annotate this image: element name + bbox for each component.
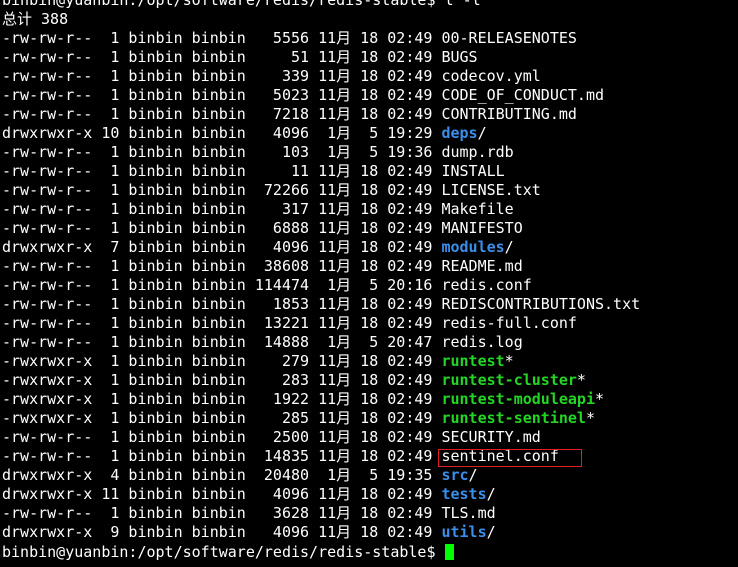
file-name: dump.rdb bbox=[441, 143, 514, 161]
type-indicator: / bbox=[486, 523, 496, 541]
executable-name: runtest-sentinel bbox=[441, 409, 586, 427]
list-item: -rw-rw-r-- 1 binbin binbin 339 11月 18 02… bbox=[2, 67, 541, 86]
list-item: -rw-rw-r-- 1 binbin binbin 1853 11月 18 0… bbox=[2, 295, 640, 314]
list-item: -rw-rw-r-- 1 binbin binbin 51 11月 18 02:… bbox=[2, 48, 478, 67]
file-name: BUGS bbox=[441, 48, 478, 66]
executable-name: runtest-cluster bbox=[441, 371, 577, 389]
file-name: sentinel.conf bbox=[441, 447, 559, 465]
type-indicator: / bbox=[468, 466, 478, 484]
file-name: redis.log bbox=[441, 333, 523, 351]
list-item: -rw-rw-r-- 1 binbin binbin 5023 11月 18 0… bbox=[2, 86, 604, 105]
list-item: -rwxrwxr-x 1 binbin binbin 283 11月 18 02… bbox=[2, 371, 586, 390]
list-item: -rw-rw-r-- 1 binbin binbin 2500 11月 18 0… bbox=[2, 428, 541, 447]
file-meta: -rw-rw-r-- 1 binbin binbin 317 11月 18 02… bbox=[2, 200, 442, 218]
list-item: drwxrwxr-x 11 binbin binbin 4096 11月 18 … bbox=[2, 485, 496, 504]
file-meta: -rw-rw-r-- 1 binbin binbin 5023 11月 18 0… bbox=[2, 86, 442, 104]
list-item: -rwxrwxr-x 1 binbin binbin 1922 11月 18 0… bbox=[2, 390, 604, 409]
file-meta: -rw-rw-r-- 1 binbin binbin 114474 1月 5 2… bbox=[2, 276, 442, 294]
list-item: -rw-rw-r-- 1 binbin binbin 6888 11月 18 0… bbox=[2, 219, 523, 238]
type-indicator: * bbox=[576, 371, 586, 389]
file-meta: -rw-rw-r-- 1 binbin binbin 11 11月 18 02:… bbox=[2, 162, 442, 180]
list-item: -rw-rw-r-- 1 binbin binbin 11 11月 18 02:… bbox=[2, 162, 505, 181]
file-meta: -rw-rw-r-- 1 binbin binbin 38608 11月 18 … bbox=[2, 257, 442, 275]
file-meta: -rw-rw-r-- 1 binbin binbin 14888 1月 5 20… bbox=[2, 333, 442, 351]
file-meta: drwxrwxr-x 7 binbin binbin 4096 11月 18 0… bbox=[2, 238, 442, 256]
list-item: -rw-rw-r-- 1 binbin binbin 7218 11月 18 0… bbox=[2, 105, 577, 124]
file-name: CODE_OF_CONDUCT.md bbox=[441, 86, 605, 104]
list-item: -rw-rw-r-- 1 binbin binbin 317 11月 18 02… bbox=[2, 200, 514, 219]
list-item: -rwxrwxr-x 1 binbin binbin 285 11月 18 02… bbox=[2, 409, 595, 428]
list-item: -rw-rw-r-- 1 binbin binbin 5556 11月 18 0… bbox=[2, 29, 577, 48]
file-meta: -rw-rw-r-- 1 binbin binbin 1853 11月 18 0… bbox=[2, 295, 442, 313]
file-name: TLS.md bbox=[441, 504, 496, 522]
directory-name: utils bbox=[441, 523, 487, 541]
file-meta: -rw-rw-r-- 1 binbin binbin 7218 11月 18 0… bbox=[2, 105, 442, 123]
file-meta: drwxrwxr-x 10 binbin binbin 4096 1月 5 19… bbox=[2, 124, 442, 142]
type-indicator: / bbox=[477, 124, 487, 142]
file-name: MANIFESTO bbox=[441, 219, 523, 237]
directory-name: modules bbox=[441, 238, 505, 256]
list-item: -rwxrwxr-x 1 binbin binbin 279 11月 18 02… bbox=[2, 352, 514, 371]
prompt-line[interactable]: binbin@yuanbin:/opt/software/redis/redis… bbox=[2, 543, 454, 562]
file-name: SECURITY.md bbox=[441, 428, 541, 446]
list-item: -rw-rw-r-- 1 binbin binbin 13221 11月 18 … bbox=[2, 314, 577, 333]
list-item: -rw-rw-r-- 1 binbin binbin 103 1月 5 19:3… bbox=[2, 143, 514, 162]
file-name: Makefile bbox=[441, 200, 514, 218]
prompt-text: binbin@yuanbin:/opt/software/redis/redis… bbox=[2, 543, 445, 561]
file-name: REDISCONTRIBUTIONS.txt bbox=[441, 295, 641, 313]
type-indicator: * bbox=[504, 352, 514, 370]
total-line: 总计 388 bbox=[2, 10, 69, 28]
list-item: drwxrwxr-x 4 binbin binbin 20480 1月 5 19… bbox=[2, 466, 478, 485]
list-item: -rw-rw-r-- 1 binbin binbin 38608 11月 18 … bbox=[2, 257, 523, 276]
file-meta: -rw-rw-r-- 1 binbin binbin 103 1月 5 19:3… bbox=[2, 143, 442, 161]
command-line: binbin@yuanbin:/opt/software/redis/redis… bbox=[2, 0, 481, 9]
file-name: CONTRIBUTING.md bbox=[441, 105, 577, 123]
file-name: codecov.yml bbox=[441, 67, 541, 85]
file-meta: -rwxrwxr-x 1 binbin binbin 285 11月 18 02… bbox=[2, 409, 442, 427]
file-meta: -rwxrwxr-x 1 binbin binbin 283 11月 18 02… bbox=[2, 371, 442, 389]
file-meta: -rw-rw-r-- 1 binbin binbin 339 11月 18 02… bbox=[2, 67, 442, 85]
list-item: drwxrwxr-x 10 binbin binbin 4096 1月 5 19… bbox=[2, 124, 487, 143]
file-meta: -rw-rw-r-- 1 binbin binbin 13221 11月 18 … bbox=[2, 314, 442, 332]
file-meta: -rw-rw-r-- 1 binbin binbin 14835 11月 18 … bbox=[2, 447, 442, 465]
file-meta: drwxrwxr-x 9 binbin binbin 4096 11月 18 0… bbox=[2, 523, 442, 541]
executable-name: runtest-moduleapi bbox=[441, 390, 595, 408]
type-indicator: / bbox=[504, 238, 514, 256]
file-name: README.md bbox=[441, 257, 523, 275]
file-name: LICENSE.txt bbox=[441, 181, 541, 199]
directory-name: src bbox=[441, 466, 469, 484]
list-item: drwxrwxr-x 7 binbin binbin 4096 11月 18 0… bbox=[2, 238, 514, 257]
file-meta: drwxrwxr-x 11 binbin binbin 4096 11月 18 … bbox=[2, 485, 442, 503]
file-name: redis-full.conf bbox=[441, 314, 577, 332]
list-item: -rw-rw-r-- 1 binbin binbin 72266 11月 18 … bbox=[2, 181, 541, 200]
file-meta: -rwxrwxr-x 1 binbin binbin 279 11月 18 02… bbox=[2, 352, 442, 370]
terminal-cursor bbox=[444, 544, 454, 560]
file-name: 00-RELEASENOTES bbox=[441, 29, 577, 47]
file-meta: drwxrwxr-x 4 binbin binbin 20480 1月 5 19… bbox=[2, 466, 442, 484]
file-meta: -rw-rw-r-- 1 binbin binbin 51 11月 18 02:… bbox=[2, 48, 442, 66]
file-meta: -rwxrwxr-x 1 binbin binbin 1922 11月 18 0… bbox=[2, 390, 442, 408]
directory-name: tests bbox=[441, 485, 487, 503]
type-indicator: / bbox=[486, 485, 496, 503]
type-indicator: * bbox=[585, 409, 595, 427]
directory-name: deps bbox=[441, 124, 478, 142]
list-item: drwxrwxr-x 9 binbin binbin 4096 11月 18 0… bbox=[2, 523, 496, 542]
file-meta: -rw-rw-r-- 1 binbin binbin 6888 11月 18 0… bbox=[2, 219, 442, 237]
list-item: -rw-rw-r-- 1 binbin binbin 14835 11月 18 … bbox=[2, 447, 559, 466]
list-item: -rw-rw-r-- 1 binbin binbin 14888 1月 5 20… bbox=[2, 333, 523, 352]
list-item: -rw-rw-r-- 1 binbin binbin 114474 1月 5 2… bbox=[2, 276, 532, 295]
file-name: INSTALL bbox=[441, 162, 505, 180]
file-meta: -rw-rw-r-- 1 binbin binbin 72266 11月 18 … bbox=[2, 181, 442, 199]
file-meta: -rw-rw-r-- 1 binbin binbin 2500 11月 18 0… bbox=[2, 428, 442, 446]
file-meta: -rw-rw-r-- 1 binbin binbin 5556 11月 18 0… bbox=[2, 29, 442, 47]
file-meta: -rw-rw-r-- 1 binbin binbin 3628 11月 18 0… bbox=[2, 504, 442, 522]
file-name: redis.conf bbox=[441, 276, 532, 294]
list-item: -rw-rw-r-- 1 binbin binbin 3628 11月 18 0… bbox=[2, 504, 496, 523]
executable-name: runtest bbox=[441, 352, 505, 370]
terminal-window[interactable]: binbin@yuanbin:/opt/software/redis/redis… bbox=[0, 0, 738, 567]
type-indicator: * bbox=[594, 390, 605, 408]
